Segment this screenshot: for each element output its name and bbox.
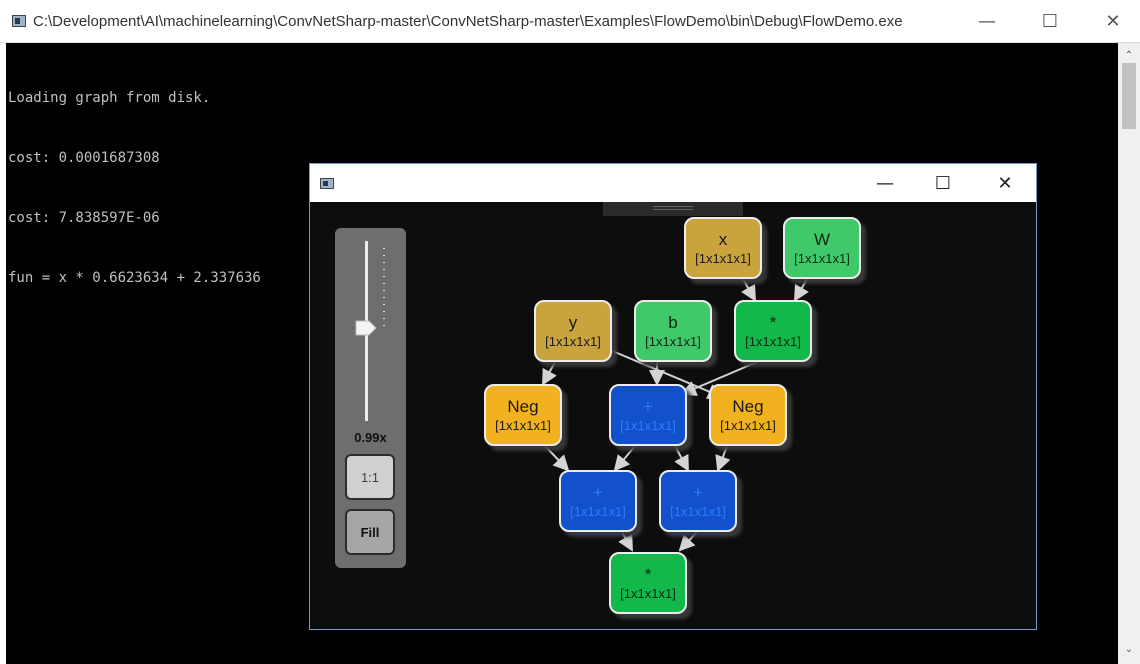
console-scrollbar[interactable]: ⌃ ⌄ bbox=[1118, 43, 1140, 664]
graph-title-bar[interactable]: — ☐ ✕ bbox=[310, 164, 1036, 202]
graph-node-b[interactable]: b [1x1x1x1] bbox=[634, 300, 712, 362]
edge-neg-add-left bbox=[544, 445, 570, 472]
graph-node-x[interactable]: x [1x1x1x1] bbox=[684, 217, 762, 279]
edge-w-mul bbox=[794, 278, 809, 302]
graph-node-add-middle[interactable]: + [1x1x1x1] bbox=[609, 384, 687, 446]
graph-node-add-lower-right[interactable]: + [1x1x1x1] bbox=[659, 470, 737, 532]
edge-add-add-left bbox=[613, 445, 636, 472]
graph-minimize-button[interactable]: — bbox=[862, 164, 908, 202]
edge-neg-add-right bbox=[715, 445, 731, 472]
graph-node-y[interactable]: y [1x1x1x1] bbox=[534, 300, 612, 362]
edge-y-neg-left bbox=[542, 361, 557, 386]
graph-node-mul-top[interactable]: * [1x1x1x1] bbox=[734, 300, 812, 362]
graph-maximize-button[interactable]: ☐ bbox=[920, 164, 966, 202]
graph-close-button[interactable]: ✕ bbox=[982, 164, 1028, 202]
graph-node-neg-right[interactable]: Neg [1x1x1x1] bbox=[709, 384, 787, 446]
edge-add-mul-left bbox=[618, 531, 633, 552]
edge-x-mul bbox=[741, 278, 756, 302]
graph-node-w[interactable]: W [1x1x1x1] bbox=[783, 217, 861, 279]
console-maximize-button[interactable]: ☐ bbox=[1027, 0, 1073, 43]
console-line: fun = x * 0.6623634 + 2.337636 bbox=[8, 270, 261, 286]
console-window-title: C:\Development\AI\machinelearning\ConvNe… bbox=[33, 13, 903, 30]
graph-window: — ☐ ✕ 0.99x 1:1 Fill x [1x1x1x1] W [1x1x… bbox=[309, 163, 1037, 630]
graph-node-add-lower-left[interactable]: + [1x1x1x1] bbox=[559, 470, 637, 532]
graph-node-neg-left[interactable]: Neg [1x1x1x1] bbox=[484, 384, 562, 446]
scrollbar-thumb[interactable] bbox=[1122, 63, 1136, 129]
console-output: Loading graph from disk. cost: 0.0001687… bbox=[8, 48, 261, 328]
scroll-down-arrow-icon[interactable]: ⌄ bbox=[1118, 641, 1140, 659]
console-title-bar[interactable]: C:\Development\AI\machinelearning\ConvNe… bbox=[0, 0, 1140, 43]
console-minimize-button[interactable]: — bbox=[964, 0, 1010, 43]
console-close-button[interactable]: ✕ bbox=[1090, 0, 1136, 43]
graph-app-icon[interactable] bbox=[320, 178, 334, 189]
edge-add-add-right bbox=[674, 445, 689, 472]
graph-node-mul-bottom[interactable]: * [1x1x1x1] bbox=[609, 552, 687, 614]
console-line: Loading graph from disk. bbox=[8, 90, 211, 106]
console-line: cost: 0.0001687308 bbox=[8, 150, 160, 166]
graph-canvas[interactable]: 0.99x 1:1 Fill x [1x1x1x1] W [1x1x1x1] y… bbox=[310, 202, 1036, 629]
console-line: cost: 7.838597E-06 bbox=[8, 210, 160, 226]
edge-add-mul-right bbox=[678, 531, 698, 552]
console-app-icon[interactable] bbox=[12, 15, 26, 27]
